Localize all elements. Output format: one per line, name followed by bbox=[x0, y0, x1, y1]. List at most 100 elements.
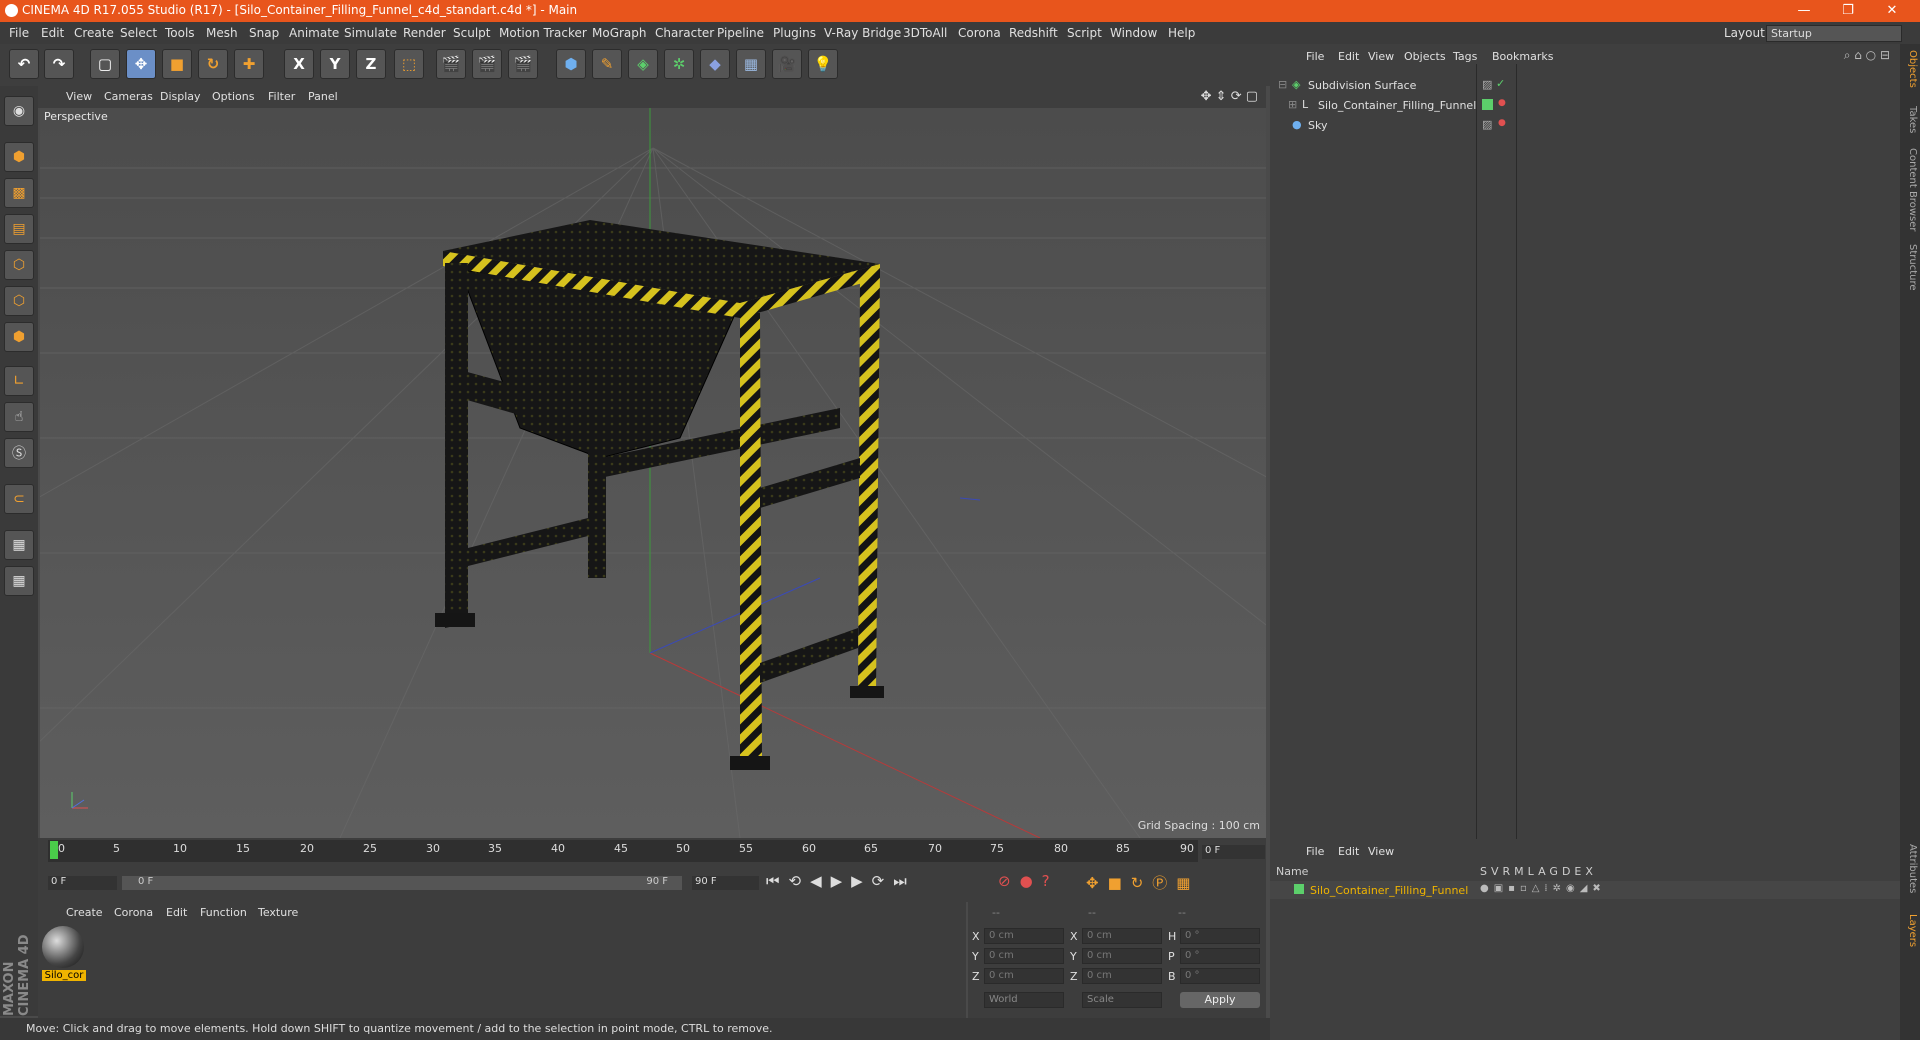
layer-color-swatch[interactable] bbox=[1294, 884, 1304, 894]
tab-structure[interactable]: Structure bbox=[1902, 244, 1918, 291]
rotation-b-field[interactable]: 0 ° bbox=[1180, 968, 1260, 984]
menu-mograph[interactable]: MoGraph bbox=[592, 26, 647, 40]
material-menu-edit[interactable]: Edit bbox=[166, 906, 187, 919]
layer-row[interactable]: Silo_Container_Filling_Funnel ●▣▪▫△⁞✲◉◢✖ bbox=[1270, 881, 1900, 899]
end-frame-field[interactable]: 90 F bbox=[692, 876, 759, 890]
tab-attributes[interactable]: Attributes bbox=[1902, 844, 1918, 893]
snap-icon[interactable]: Ⓢ bbox=[4, 438, 34, 468]
menu-motion-tracker[interactable]: Motion Tracker bbox=[499, 26, 587, 40]
coord-system-dropdown[interactable]: World bbox=[984, 992, 1064, 1008]
menu-3dtoall[interactable]: 3DToAll bbox=[903, 26, 947, 40]
position-x-field[interactable]: 0 cm bbox=[984, 928, 1064, 944]
position-y-field[interactable]: 0 cm bbox=[984, 948, 1064, 964]
menu-tools[interactable]: Tools bbox=[165, 26, 195, 40]
edges-mode-icon[interactable]: ⬡ bbox=[4, 286, 34, 316]
redo-icon[interactable]: ↷ bbox=[44, 49, 74, 79]
size-z-field[interactable]: 0 cm bbox=[1082, 968, 1162, 984]
objects-menu-objects[interactable]: Objects bbox=[1404, 50, 1446, 63]
undo-icon[interactable]: ↶ bbox=[9, 49, 39, 79]
viewport-menu-cameras[interactable]: Cameras bbox=[104, 90, 153, 103]
key-mode-controls[interactable]: ✥■↻Ⓟ▦ bbox=[1086, 872, 1199, 893]
menu-pipeline[interactable]: Pipeline bbox=[717, 26, 764, 40]
menu-window[interactable]: Window bbox=[1110, 26, 1157, 40]
workplane-mode-icon[interactable]: ▤ bbox=[4, 214, 34, 244]
menu-render[interactable]: Render bbox=[403, 26, 446, 40]
close-button[interactable]: ✕ bbox=[1872, 2, 1912, 20]
menu-character[interactable]: Character bbox=[655, 26, 714, 40]
deformer-icon[interactable]: ◆ bbox=[700, 49, 730, 79]
material-menu-function[interactable]: Function bbox=[200, 906, 247, 919]
menu-file[interactable]: File bbox=[9, 26, 29, 40]
current-frame-field[interactable]: 0 F bbox=[1202, 845, 1265, 859]
search-icon[interactable]: ⌕ ⌂ ○ ⊟ bbox=[1844, 48, 1890, 63]
workplane-lock-icon[interactable]: ▦ bbox=[4, 530, 34, 560]
menu-animate[interactable]: Animate bbox=[289, 26, 339, 40]
tweak-mode-icon[interactable]: ☝ bbox=[4, 402, 34, 432]
render-toggle-icon[interactable]: ▨ bbox=[1482, 118, 1492, 131]
objects-menu-file[interactable]: File bbox=[1306, 50, 1324, 63]
menu-simulate[interactable]: Simulate bbox=[344, 26, 397, 40]
start-frame-field[interactable]: 0 F bbox=[48, 876, 117, 890]
layers-menu-view[interactable]: View bbox=[1368, 845, 1394, 858]
points-mode-icon[interactable]: ⬡ bbox=[4, 250, 34, 280]
objects-menu-tags[interactable]: Tags bbox=[1453, 50, 1477, 63]
axis-mode-icon[interactable]: ∟ bbox=[4, 366, 34, 396]
coordinate-system-icon[interactable]: ⬚ bbox=[394, 49, 424, 79]
menu-vray-bridge[interactable]: V-Ray Bridge bbox=[824, 26, 901, 40]
object-row-silo[interactable]: ⊞ L Silo_Container_Filling_Funnel ● bbox=[1270, 96, 1900, 114]
spline-pen-icon[interactable]: ✎ bbox=[592, 49, 622, 79]
frame-range-slider[interactable]: 0 F 90 F bbox=[122, 876, 682, 890]
objects-menu-edit[interactable]: Edit bbox=[1338, 50, 1359, 63]
y-axis-lock-button[interactable]: Y bbox=[320, 49, 350, 79]
object-name[interactable]: Sky bbox=[1308, 119, 1327, 132]
camera-icon[interactable]: 🎥 bbox=[772, 49, 802, 79]
viewport-menu-options[interactable]: Options bbox=[212, 90, 254, 103]
apply-button[interactable]: Apply bbox=[1180, 992, 1260, 1008]
menu-snap[interactable]: Snap bbox=[249, 26, 279, 40]
maximize-button[interactable]: ❐ bbox=[1828, 2, 1868, 20]
transform-tool-icon[interactable]: ✚ bbox=[234, 49, 264, 79]
tab-layers[interactable]: Layers bbox=[1902, 914, 1918, 947]
magnet-icon[interactable]: ⊂ bbox=[4, 484, 34, 514]
move-tool-icon[interactable]: ✥ bbox=[126, 49, 156, 79]
layer-color-swatch[interactable] bbox=[1482, 99, 1493, 110]
layer-name[interactable]: Silo_Container_Filling_Funnel bbox=[1310, 884, 1468, 897]
3d-viewport[interactable]: Perspective Grid Spacing : 100 cm bbox=[40, 108, 1266, 838]
objects-menu-view[interactable]: View bbox=[1368, 50, 1394, 63]
viewport-menu-view[interactable]: View bbox=[66, 90, 92, 103]
menu-script[interactable]: Script bbox=[1067, 26, 1102, 40]
objects-menu-bookmarks[interactable]: Bookmarks bbox=[1492, 50, 1553, 63]
camera-name-label[interactable]: Perspective bbox=[44, 110, 108, 123]
render-view-icon[interactable]: 🎬 bbox=[436, 49, 466, 79]
menu-sculpt[interactable]: Sculpt bbox=[453, 26, 490, 40]
material-name-label[interactable]: Silo_cor bbox=[42, 970, 86, 981]
menu-select[interactable]: Select bbox=[120, 26, 157, 40]
position-z-field[interactable]: 0 cm bbox=[984, 968, 1064, 984]
object-row-sky[interactable]: ● Sky ▨ ● bbox=[1270, 116, 1900, 134]
texture-mode-icon[interactable]: ▩ bbox=[4, 178, 34, 208]
render-settings-icon[interactable]: 🎬 bbox=[508, 49, 538, 79]
playhead[interactable] bbox=[50, 841, 58, 859]
make-editable-icon[interactable]: ◉ bbox=[4, 96, 34, 126]
render-picture-viewer-icon[interactable]: 🎬 bbox=[472, 49, 502, 79]
mograph-cloner-icon[interactable]: ✲ bbox=[664, 49, 694, 79]
object-row-subdivision[interactable]: ⊟ ◈ Subdivision Surface ▨ ✓ bbox=[1270, 76, 1900, 94]
menu-redshift[interactable]: Redshift bbox=[1009, 26, 1058, 40]
tab-takes[interactable]: Takes bbox=[1902, 106, 1918, 133]
menu-corona[interactable]: Corona bbox=[958, 26, 1001, 40]
light-icon[interactable]: 💡 bbox=[808, 49, 838, 79]
layout-dropdown[interactable]: Startup bbox=[1766, 25, 1902, 42]
rotation-h-field[interactable]: 0 ° bbox=[1180, 928, 1260, 944]
menu-help[interactable]: Help bbox=[1168, 26, 1195, 40]
polygons-mode-icon[interactable]: ⬢ bbox=[4, 322, 34, 352]
collapse-icon[interactable]: ⊟ bbox=[1278, 78, 1287, 91]
scale-tool-icon[interactable]: ■ bbox=[162, 49, 192, 79]
viewport-menu-display[interactable]: Display bbox=[160, 90, 201, 103]
menu-edit[interactable]: Edit bbox=[41, 26, 64, 40]
viewport-menu-panel[interactable]: Panel bbox=[308, 90, 338, 103]
object-name[interactable]: Silo_Container_Filling_Funnel bbox=[1318, 99, 1476, 112]
size-x-field[interactable]: 0 cm bbox=[1082, 928, 1162, 944]
material-thumbnail[interactable] bbox=[42, 926, 84, 968]
enabled-check-icon[interactable]: ✓ bbox=[1496, 77, 1505, 90]
material-menu-texture[interactable]: Texture bbox=[258, 906, 298, 919]
